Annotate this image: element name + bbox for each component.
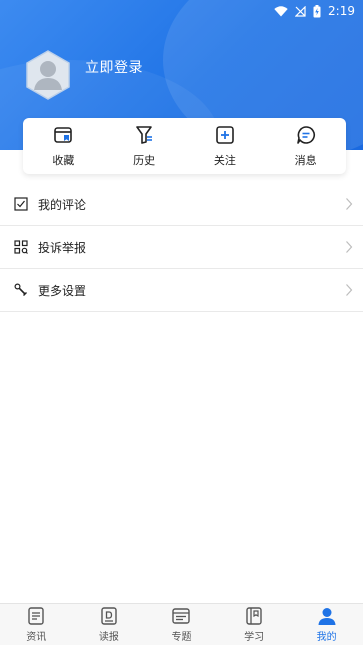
chevron-right-icon [346, 198, 353, 210]
comment-icon [14, 197, 28, 211]
favorite-icon [54, 127, 73, 143]
quick-action-favorites[interactable]: 收藏 [33, 124, 93, 168]
bottom-tab-bar: 资讯 读报 专题 学习 我的 [0, 603, 363, 645]
menu-item-report[interactable]: 投诉举报 [0, 226, 363, 269]
history-icon [136, 126, 153, 144]
profile-icon [318, 608, 336, 625]
avatar[interactable] [26, 50, 70, 100]
tab-study[interactable]: 学习 [218, 604, 291, 645]
quick-action-history[interactable]: 历史 [114, 124, 174, 168]
quick-action-label: 关注 [213, 154, 236, 167]
follow-icon [216, 126, 234, 144]
tab-profile[interactable]: 我的 [290, 604, 363, 645]
tab-label: 资讯 [26, 632, 47, 643]
tab-topic[interactable]: 专题 [145, 604, 218, 645]
status-time: 2:19 [328, 4, 355, 18]
chevron-right-icon [346, 241, 353, 253]
menu-item-label: 我的评论 [38, 197, 87, 212]
message-icon [296, 126, 315, 144]
tab-label: 专题 [171, 632, 192, 643]
quick-action-label: 消息 [294, 154, 317, 167]
wifi-icon [274, 5, 288, 16]
status-bar: 2:19 [0, 0, 363, 22]
quick-action-label: 收藏 [52, 154, 75, 167]
tab-label: 学习 [244, 632, 265, 643]
menu-item-label: 投诉举报 [38, 240, 87, 255]
chevron-right-icon [346, 284, 353, 296]
menu-item-more-settings[interactable]: 更多设置 [0, 269, 363, 312]
no-signal-icon [295, 5, 306, 17]
settings-menu: 我的评论 投诉举报 更多设置 [0, 183, 363, 312]
menu-item-label: 更多设置 [38, 283, 87, 298]
menu-item-my-comments[interactable]: 我的评论 [0, 183, 363, 226]
topic-icon [172, 608, 191, 624]
quick-actions-card: 收藏 历史 关注 消息 [23, 118, 346, 174]
tab-label: 我的 [316, 632, 337, 643]
login-link[interactable]: 立即登录 [85, 57, 143, 77]
tab-newspaper[interactable]: 读报 [73, 604, 146, 645]
news-icon [28, 607, 44, 625]
newspaper-icon [101, 607, 117, 625]
quick-action-follow[interactable]: 关注 [195, 124, 255, 168]
tab-label: 读报 [98, 632, 119, 643]
quick-action-label: 历史 [133, 154, 156, 167]
report-icon [14, 240, 28, 254]
battery-charging-icon [313, 4, 321, 17]
wrench-icon [14, 283, 27, 296]
study-icon [246, 607, 262, 625]
tab-news[interactable]: 资讯 [0, 604, 73, 645]
quick-action-messages[interactable]: 消息 [276, 124, 336, 168]
